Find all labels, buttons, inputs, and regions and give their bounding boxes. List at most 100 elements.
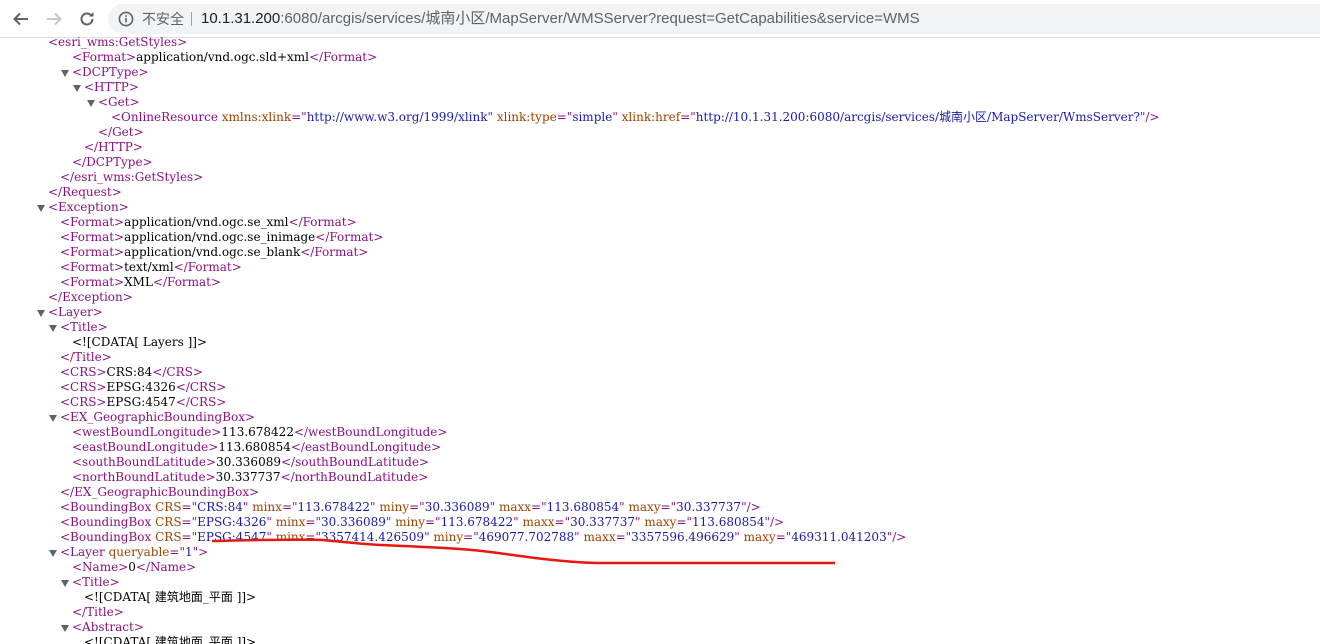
xml-tag: ="	[181, 515, 198, 529]
xml-text: <![CDATA[ Layers ]]>	[72, 335, 208, 349]
xml-tag: ="	[615, 530, 632, 544]
xml-tag: <BoundingBox	[60, 500, 156, 514]
xml-line: <Get>	[98, 95, 140, 110]
xml-tag: <esri_wms:GetStyles>	[48, 36, 188, 49]
reload-icon	[80, 12, 94, 26]
xml-tag: ="	[181, 530, 198, 544]
xml-tag: ="	[531, 500, 547, 514]
xml-tree-view: <esri_wms:GetStyles> <Format>application/…	[0, 36, 1320, 644]
xml-tag: "	[489, 500, 499, 514]
xml-tag: <Get>	[98, 95, 140, 109]
collapse-toggle-icon[interactable]	[87, 100, 95, 107]
reload-button[interactable]	[74, 6, 100, 32]
xml-line: <Format>XML</Format>	[60, 275, 221, 290]
collapse-toggle-icon[interactable]	[61, 580, 69, 587]
collapse-toggle-icon[interactable]	[61, 70, 69, 77]
collapse-toggle-icon[interactable]	[49, 325, 57, 332]
xml-line: <southBoundLatitude>30.336089</southBoun…	[72, 455, 429, 470]
xml-tag: ="	[556, 110, 573, 124]
xml-tag: "/>	[764, 515, 785, 529]
xml-line: <eastBoundLongitude>113.680854</eastBoun…	[72, 440, 441, 455]
xml-text: application/vnd.ogc.se_blank	[124, 245, 301, 259]
arrow-right-icon	[47, 12, 62, 26]
xml-attr-value: 113.678422	[440, 515, 514, 529]
xml-line: <Abstract>	[72, 620, 144, 635]
xml-line: <BoundingBox CRS="EPSG:4547" minx="33574…	[60, 530, 906, 545]
xml-tag: <Exception>	[48, 200, 129, 214]
xml-attr-name: xlink:type	[496, 110, 557, 124]
xml-tag: "/>	[886, 530, 907, 544]
collapse-toggle-icon[interactable]	[49, 415, 57, 422]
xml-line: <BoundingBox CRS="CRS:84" minx="113.6784…	[60, 500, 761, 515]
xml-attr-name: minx	[275, 530, 306, 544]
xml-tag: <Format>	[60, 215, 125, 229]
xml-line: <BoundingBox CRS="EPSG:4326" minx="30.33…	[60, 515, 784, 530]
xml-tag: <Title>	[60, 320, 108, 334]
collapse-toggle-icon[interactable]	[61, 625, 69, 632]
xml-tag: </Request>	[48, 185, 122, 199]
collapse-toggle-icon[interactable]	[37, 205, 45, 212]
xml-line: </Title>	[72, 605, 124, 620]
xml-tag: <Title>	[72, 575, 120, 589]
security-label[interactable]: 不安全	[142, 4, 184, 34]
xml-tag: </Format>	[288, 215, 357, 229]
xml-tag: </Title>	[72, 605, 124, 619]
xml-text: EPSG:4326	[106, 380, 176, 394]
url-text[interactable]: 10.1.31.200:6080/arcgis/services/城南小区/Ma…	[201, 4, 920, 34]
xml-line: <Format>application/vnd.ogc.se_inimage</…	[60, 230, 383, 245]
xml-tag: <Layer>	[48, 305, 103, 319]
xml-tag: <DCPType>	[72, 65, 149, 79]
forward-button[interactable]	[41, 6, 67, 32]
xml-tag: <CRS>	[60, 365, 107, 379]
xml-line: </Get>	[98, 125, 144, 140]
xml-line: </EX_GeographicBoundingBox>	[60, 485, 259, 500]
xml-attr-name: maxy	[743, 530, 776, 544]
xml-tag: <Format>	[60, 230, 125, 244]
collapse-toggle-icon[interactable]	[37, 310, 45, 317]
xml-tag: "	[734, 530, 744, 544]
xml-attr-value: 469311.041203	[791, 530, 887, 544]
url-divider	[191, 12, 192, 26]
xml-tag: <BoundingBox	[60, 515, 156, 529]
xml-tag: </Format>	[300, 245, 369, 259]
arrow-left-icon	[13, 12, 28, 26]
xml-tag: </southBoundLatitude>	[280, 455, 430, 469]
xml-tag: ="	[676, 515, 693, 529]
xml-tag: <Layer	[60, 545, 109, 559]
xml-attr-name: maxx	[522, 515, 555, 529]
collapse-toggle-icon[interactable]	[73, 85, 81, 92]
xml-line: </HTTP>	[84, 140, 143, 155]
xml-attr-value: 1	[185, 545, 193, 559]
xml-attr-name: miny	[433, 530, 464, 544]
xml-text: 30.336089	[216, 455, 281, 469]
xml-tag: ="	[305, 515, 321, 529]
xml-tag: ="	[181, 500, 198, 514]
xml-attr-value: 30.336089	[424, 500, 490, 514]
xml-text: <![CDATA[ 建筑地面_平面 ]]>	[84, 635, 257, 644]
xml-attr-name: CRS	[155, 500, 182, 514]
address-bar[interactable]: 不安全 10.1.31.200:6080/arcgis/services/城南小…	[108, 4, 1320, 34]
xml-tag: "	[612, 110, 622, 124]
xml-line: <Title>	[60, 320, 108, 335]
xml-tag: <CRS>	[60, 395, 107, 409]
xml-line: <EX_GeographicBoundingBox>	[60, 410, 255, 425]
xml-tag: ="	[291, 110, 307, 124]
xml-tag: <Format>	[60, 260, 125, 274]
back-button[interactable]	[8, 6, 34, 32]
xml-tag: </CRS>	[175, 380, 227, 394]
xml-line: </esri_wms:GetStyles>	[60, 170, 203, 185]
collapse-toggle-icon[interactable]	[49, 550, 57, 557]
xml-tag: </Name>	[135, 560, 197, 574]
xml-attr-name: xlink:href	[621, 110, 681, 124]
xml-tag: </westBoundLongitude>	[293, 425, 448, 439]
xml-tag: <CRS>	[60, 380, 107, 394]
xml-tag: </Format>	[173, 260, 242, 274]
info-icon[interactable]	[118, 11, 134, 27]
xml-attr-value: 113.680854	[546, 500, 620, 514]
xml-tag: ="	[463, 530, 479, 544]
xml-line: <DCPType>	[72, 65, 149, 80]
xml-text: 113.678422	[221, 425, 294, 439]
xml-tag: "	[385, 515, 396, 529]
xml-line: <esri_wms:GetStyles>	[48, 36, 187, 50]
xml-tag: "	[370, 500, 380, 514]
